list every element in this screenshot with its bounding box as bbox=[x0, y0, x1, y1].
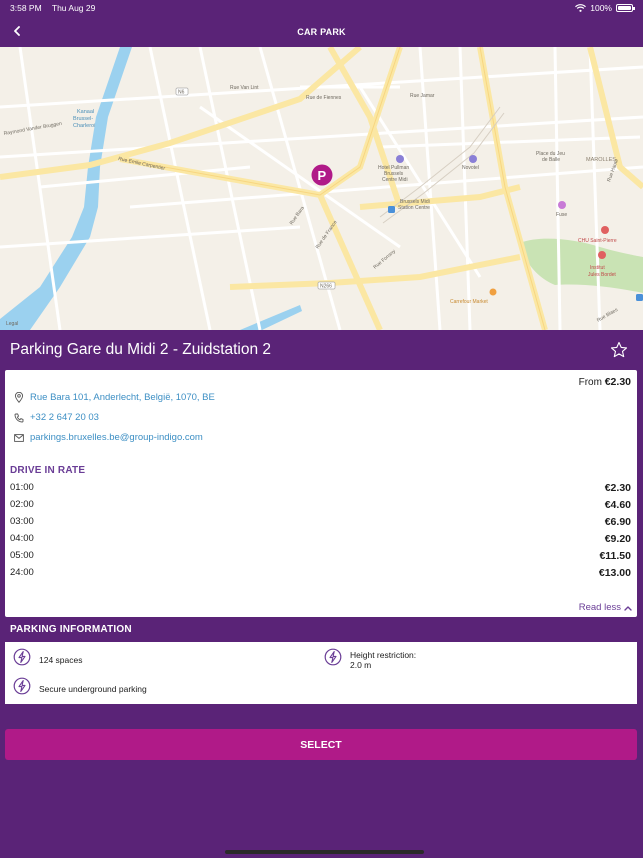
parking-info-heading: PARKING INFORMATION bbox=[10, 624, 132, 635]
map-label-institut1: Institut bbox=[590, 265, 605, 271]
wifi-icon bbox=[575, 4, 587, 12]
rate-duration: 05:00 bbox=[10, 550, 34, 561]
status-left: 3:58 PM Thu Aug 29 bbox=[10, 3, 103, 13]
rate-row: 24:00 €13.00 bbox=[10, 564, 631, 581]
address-link[interactable]: Rue Bara 101, Anderlecht, België, 1070, … bbox=[14, 392, 215, 403]
rate-duration: 04:00 bbox=[10, 533, 34, 544]
map-label-novotel: Novotel bbox=[462, 165, 479, 171]
map-label-hotel3: Centre Midi bbox=[382, 177, 408, 183]
svg-text:P: P bbox=[318, 168, 327, 183]
battery-icon bbox=[616, 4, 635, 12]
rate-duration: 03:00 bbox=[10, 516, 34, 527]
height-value: 2.0 m bbox=[350, 660, 372, 670]
status-right: 100% bbox=[575, 3, 635, 13]
map-label-rue-jamar: Rue Jamar bbox=[410, 93, 435, 99]
parking-title-bar: Parking Gare du Midi 2 - Zuidstation 2 bbox=[0, 330, 643, 370]
rate-price: €11.50 bbox=[599, 549, 631, 562]
rate-row: 04:00 €9.20 bbox=[10, 530, 631, 547]
rate-heading: DRIVE IN RATE bbox=[10, 465, 86, 476]
bolt-icon bbox=[324, 648, 342, 666]
rate-duration: 24:00 bbox=[10, 567, 34, 578]
rate-row: 05:00 €11.50 bbox=[10, 547, 631, 564]
location-pin-icon bbox=[14, 392, 24, 403]
map-label-marolles: MAROLLES bbox=[586, 157, 616, 163]
read-less-button[interactable]: Read less bbox=[579, 602, 632, 613]
map-label-station2: Station Centre bbox=[398, 205, 430, 211]
chevron-left-icon bbox=[14, 26, 20, 36]
page-title: CAR PARK bbox=[297, 26, 346, 37]
address-text: Rue Bara 101, Anderlecht, België, 1070, … bbox=[30, 392, 215, 403]
chevron-up-icon bbox=[624, 605, 632, 611]
spaces-text: 124 spaces bbox=[39, 655, 83, 665]
select-button[interactable]: SELECT bbox=[5, 729, 637, 760]
map-label-n6: N6 bbox=[178, 90, 185, 96]
rate-price: €6.90 bbox=[604, 515, 631, 528]
rate-row: 03:00 €6.90 bbox=[10, 513, 631, 530]
parking-marker-icon[interactable]: P bbox=[311, 164, 333, 186]
parking-details-card: From €2.30 Rue Bara 101, Anderlecht, Bel… bbox=[5, 370, 637, 617]
map-legal-link[interactable]: Legal bbox=[6, 321, 18, 327]
rate-duration: 01:00 bbox=[10, 482, 34, 493]
map-label-rue-van-lint: Rue Van Lint bbox=[230, 85, 259, 91]
status-time: 3:58 PM bbox=[10, 3, 42, 13]
map-label-carrefour: Carrefour Market bbox=[450, 299, 488, 305]
map-label-chu: CHU Saint-Pierre bbox=[578, 238, 617, 244]
rate-price: €4.60 bbox=[604, 498, 631, 511]
email-text: parkings.bruxelles.be@group-indigo.com bbox=[30, 432, 203, 443]
secure-text: Secure underground parking bbox=[39, 684, 147, 694]
email-link[interactable]: parkings.bruxelles.be@group-indigo.com bbox=[14, 432, 203, 443]
back-button[interactable] bbox=[8, 21, 26, 41]
rate-row: 01:00 €2.30 bbox=[10, 479, 631, 496]
info-height: Height restriction: 2.0 m bbox=[324, 648, 417, 670]
bolt-icon bbox=[13, 648, 31, 666]
map-label-rue-de-fiennes: Rue de Fiennes bbox=[306, 95, 342, 101]
height-label: Height restriction: bbox=[350, 650, 417, 660]
map-label-place2: de Balle bbox=[542, 157, 560, 163]
phone-text: +32 2 647 20 03 bbox=[30, 412, 99, 423]
map-label-institut2: Jules Bordet bbox=[588, 272, 616, 278]
status-date: Thu Aug 29 bbox=[51, 3, 96, 13]
map-label-kanaal3: Charleroi bbox=[73, 123, 95, 129]
star-icon bbox=[610, 341, 628, 358]
map-label-fuse: Fuse bbox=[556, 212, 567, 218]
parking-title: Parking Gare du Midi 2 - Zuidstation 2 bbox=[10, 341, 272, 358]
nav-bar: CAR PARK bbox=[0, 16, 643, 47]
battery-percent: 100% bbox=[590, 3, 612, 13]
rate-price: €9.20 bbox=[604, 532, 631, 545]
from-price-value: €2.30 bbox=[604, 376, 631, 388]
status-bar: 3:58 PM Thu Aug 29 100% bbox=[0, 0, 643, 16]
rate-price: €2.30 bbox=[604, 481, 631, 494]
rate-duration: 02:00 bbox=[10, 499, 34, 510]
phone-link[interactable]: +32 2 647 20 03 bbox=[14, 412, 99, 423]
home-indicator bbox=[225, 850, 424, 854]
info-secure: Secure underground parking bbox=[13, 677, 147, 695]
mail-icon bbox=[14, 433, 24, 442]
map-label-kanaal: Kanaal bbox=[77, 109, 94, 115]
map-label-kanaal2: Brussel- bbox=[73, 116, 93, 122]
rate-price: €13.00 bbox=[598, 566, 631, 579]
favorite-button[interactable] bbox=[610, 341, 628, 359]
parking-info-card: 124 spaces Height restriction: 2.0 m Sec… bbox=[5, 642, 637, 704]
phone-icon bbox=[14, 413, 24, 422]
from-label: From bbox=[578, 377, 602, 388]
bolt-icon bbox=[13, 677, 31, 695]
map-view[interactable]: N6 N266 Rue Van Lint Rue de Fiennes Rue … bbox=[0, 47, 643, 330]
read-less-label: Read less bbox=[578, 602, 621, 613]
map-label-n266: N266 bbox=[320, 284, 332, 290]
info-spaces: 124 spaces bbox=[13, 648, 83, 666]
from-price: From €2.30 bbox=[579, 376, 631, 388]
rate-row: 02:00 €4.60 bbox=[10, 496, 631, 513]
